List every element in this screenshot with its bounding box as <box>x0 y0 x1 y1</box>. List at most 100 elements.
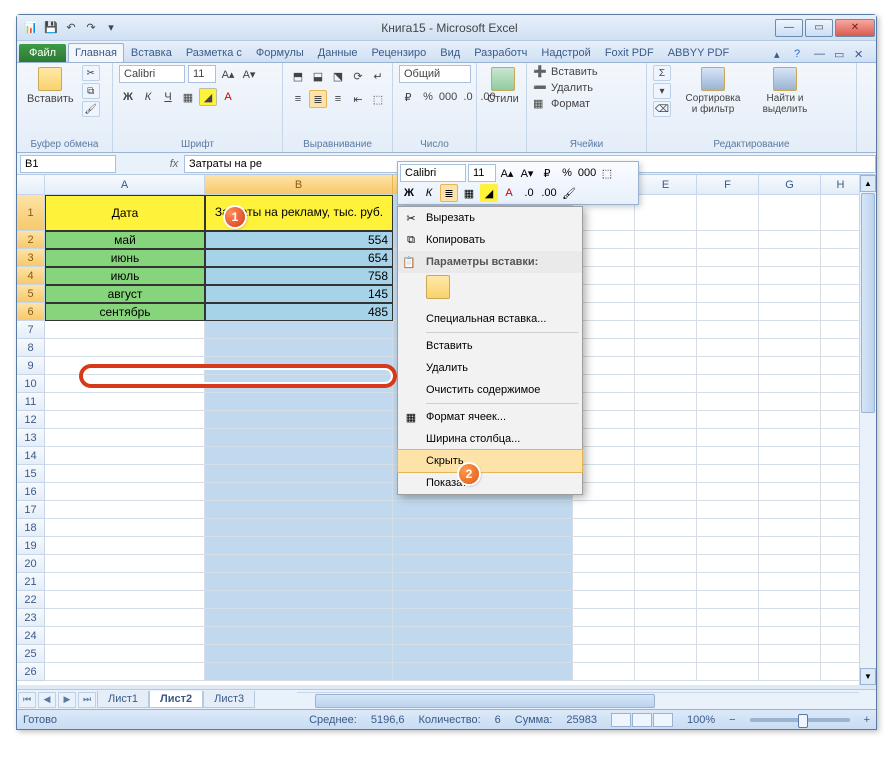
mini-bold-icon[interactable]: Ж <box>400 184 418 202</box>
cell-H16[interactable] <box>821 483 861 501</box>
zoom-in-icon[interactable]: + <box>864 714 870 726</box>
cell-A22[interactable] <box>45 591 205 609</box>
mini-grow-font-icon[interactable]: A▴ <box>498 164 516 182</box>
row-header-5[interactable]: 5 <box>17 285 45 303</box>
cell-F2[interactable] <box>697 231 759 249</box>
view-pagelayout-icon[interactable] <box>632 713 652 727</box>
mini-border-icon[interactable]: ▦ <box>460 184 478 202</box>
cell-G8[interactable] <box>759 339 821 357</box>
paste-option-icon[interactable] <box>426 275 450 299</box>
align-center-icon[interactable]: ≣ <box>309 90 327 108</box>
cell-E16[interactable] <box>635 483 697 501</box>
cell-E20[interactable] <box>635 555 697 573</box>
cell-A8[interactable] <box>45 339 205 357</box>
cell-G7[interactable] <box>759 321 821 339</box>
fill-icon[interactable]: ▾ <box>653 83 671 99</box>
cell-A11[interactable] <box>45 393 205 411</box>
cell-A1[interactable]: Дата <box>45 195 205 231</box>
redo-icon[interactable]: ↷ <box>83 20 99 36</box>
cell-H20[interactable] <box>821 555 861 573</box>
cell-E1[interactable] <box>635 195 697 231</box>
cell-F24[interactable] <box>697 627 759 645</box>
cell-G1[interactable] <box>759 195 821 231</box>
cell-E19[interactable] <box>635 537 697 555</box>
cell-A4[interactable]: июль <box>45 267 205 285</box>
cell-F15[interactable] <box>697 465 759 483</box>
cell-A17[interactable] <box>45 501 205 519</box>
row-header-14[interactable]: 14 <box>17 447 45 465</box>
cell-C24[interactable] <box>393 627 573 645</box>
cell-H19[interactable] <box>821 537 861 555</box>
cell-G14[interactable] <box>759 447 821 465</box>
minimize-button[interactable]: — <box>775 19 803 37</box>
cell-E23[interactable] <box>635 609 697 627</box>
cell-C26[interactable] <box>393 663 573 681</box>
fill-color-icon[interactable]: ◢ <box>199 88 217 106</box>
column-header-E[interactable]: E <box>635 175 697 195</box>
cell-H24[interactable] <box>821 627 861 645</box>
doc-close-icon[interactable]: ✕ <box>854 48 868 62</box>
mini-align-center-icon[interactable]: ≣ <box>440 184 458 202</box>
align-right-icon[interactable]: ≡ <box>329 90 347 108</box>
cell-H9[interactable] <box>821 357 861 375</box>
shrink-font-icon[interactable]: A▾ <box>240 65 258 83</box>
cell-G22[interactable] <box>759 591 821 609</box>
cell-H1[interactable] <box>821 195 861 231</box>
cell-H2[interactable] <box>821 231 861 249</box>
cell-G18[interactable] <box>759 519 821 537</box>
cell-B6[interactable]: 485 <box>205 303 393 321</box>
cell-F6[interactable] <box>697 303 759 321</box>
cell-E26[interactable] <box>635 663 697 681</box>
cell-G21[interactable] <box>759 573 821 591</box>
undo-icon[interactable]: ↶ <box>63 20 79 36</box>
cell-B8[interactable] <box>205 339 393 357</box>
cell-G10[interactable] <box>759 375 821 393</box>
cell-F7[interactable] <box>697 321 759 339</box>
cell-D19[interactable] <box>573 537 635 555</box>
cell-A16[interactable] <box>45 483 205 501</box>
cell-G3[interactable] <box>759 249 821 267</box>
cell-F12[interactable] <box>697 411 759 429</box>
cell-B12[interactable] <box>205 411 393 429</box>
cell-E18[interactable] <box>635 519 697 537</box>
row-header-10[interactable]: 10 <box>17 375 45 393</box>
cell-E15[interactable] <box>635 465 697 483</box>
cell-F19[interactable] <box>697 537 759 555</box>
cell-F5[interactable] <box>697 285 759 303</box>
cell-A24[interactable] <box>45 627 205 645</box>
mini-font-size[interactable]: 11 <box>468 164 496 182</box>
cell-B23[interactable] <box>205 609 393 627</box>
tab-data[interactable]: Данные <box>311 43 365 62</box>
sort-filter-button[interactable]: Сортировка и фильтр <box>679 65 747 117</box>
cell-D23[interactable] <box>573 609 635 627</box>
row-header-15[interactable]: 15 <box>17 465 45 483</box>
mini-merge-icon[interactable]: ⬚ <box>598 164 616 182</box>
cell-G9[interactable] <box>759 357 821 375</box>
tab-formulas[interactable]: Формулы <box>249 43 311 62</box>
cell-C18[interactable] <box>393 519 573 537</box>
cell-A14[interactable] <box>45 447 205 465</box>
row-header-24[interactable]: 24 <box>17 627 45 645</box>
cell-F9[interactable] <box>697 357 759 375</box>
styles-button[interactable]: Стили <box>483 65 523 107</box>
minimize-ribbon-icon[interactable]: ▴ <box>774 48 788 62</box>
ctx-clear[interactable]: Очистить содержимое <box>398 379 582 401</box>
align-left-icon[interactable]: ≡ <box>289 90 307 108</box>
row-header-19[interactable]: 19 <box>17 537 45 555</box>
number-format-combo[interactable]: Общий <box>399 65 471 83</box>
tab-view[interactable]: Вид <box>433 43 467 62</box>
indent-dec-icon[interactable]: ⇤ <box>349 90 367 108</box>
cell-G2[interactable] <box>759 231 821 249</box>
tab-file[interactable]: Файл <box>19 44 66 62</box>
row-header-18[interactable]: 18 <box>17 519 45 537</box>
cell-B3[interactable]: 654 <box>205 249 393 267</box>
column-header-F[interactable]: F <box>697 175 759 195</box>
cell-A3[interactable]: июнь <box>45 249 205 267</box>
mini-incdec-icon[interactable]: .0 <box>520 184 538 202</box>
cell-G12[interactable] <box>759 411 821 429</box>
cell-E21[interactable] <box>635 573 697 591</box>
cell-C17[interactable] <box>393 501 573 519</box>
name-box[interactable]: B1 <box>20 155 116 173</box>
doc-min-icon[interactable]: — <box>814 48 828 62</box>
cell-D21[interactable] <box>573 573 635 591</box>
